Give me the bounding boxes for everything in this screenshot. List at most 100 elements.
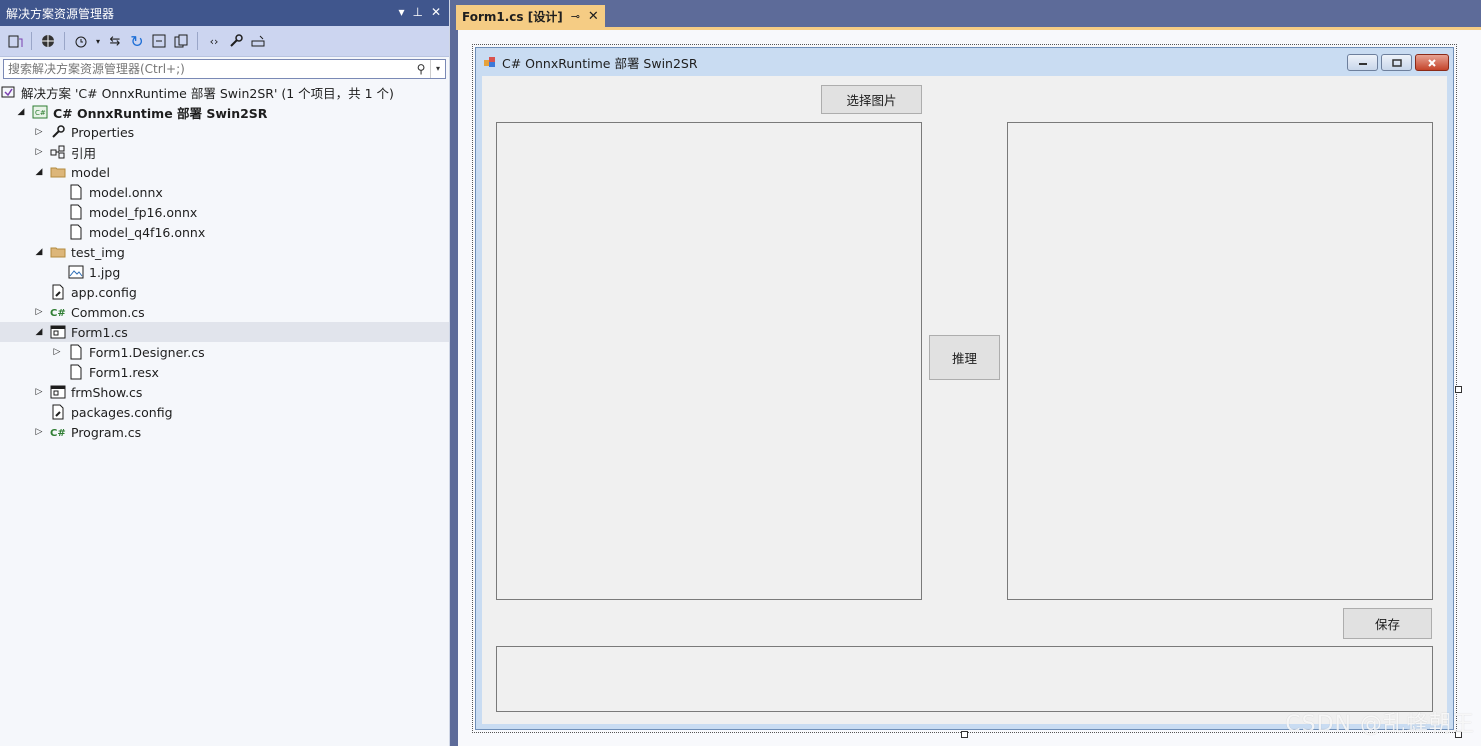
tree-item-label: frmShow.cs <box>71 384 143 400</box>
switch-views-icon[interactable] <box>6 32 24 50</box>
window-position-dropdown-icon[interactable]: ▾ <box>398 5 404 19</box>
file-icon <box>68 224 84 240</box>
minimize-button[interactable] <box>1347 54 1378 71</box>
tree-item[interactable]: model_fp16.onnx <box>0 202 449 222</box>
resize-handle-right[interactable] <box>1455 386 1462 393</box>
chevron-down-icon[interactable]: ▾ <box>94 32 102 50</box>
search-input[interactable] <box>4 61 412 77</box>
expanded-arrow-icon[interactable]: ◢ <box>14 102 28 122</box>
tree-item[interactable]: ▷ Properties <box>0 122 449 142</box>
tree-item-label: test_img <box>71 244 125 260</box>
no-expander <box>50 362 64 382</box>
close-tab-icon[interactable]: ✕ <box>588 9 599 24</box>
tree-item[interactable]: ▷ frmShow.cs <box>0 382 449 402</box>
collapsed-arrow-icon[interactable]: ▷ <box>32 302 46 322</box>
toolbar-separator <box>197 32 198 50</box>
refresh-icon[interactable]: ↻ <box>128 32 146 51</box>
close-window-button[interactable] <box>1415 54 1449 71</box>
pin-tab-icon[interactable]: ⊸ <box>571 10 580 23</box>
sync-arrows-icon[interactable]: ⇆ <box>106 32 124 50</box>
svg-text:C#: C# <box>50 308 66 319</box>
tree-item-label: model_fp16.onnx <box>89 204 198 220</box>
toolbar-separator <box>31 32 32 50</box>
tab-form1-designer[interactable]: Form1.cs [设计] ⊸ ✕ <box>456 5 605 27</box>
tree-item[interactable]: Form1.resx <box>0 362 449 382</box>
no-expander <box>50 182 64 202</box>
form-icon <box>50 324 66 340</box>
expanded-arrow-icon[interactable]: ◢ <box>32 162 46 182</box>
tree-item-label: C# OnnxRuntime 部署 Swin2SR <box>53 105 268 121</box>
tree-item[interactable]: ◢ test_img <box>0 242 449 262</box>
csharp-file-icon: C# <box>50 304 66 320</box>
tree-item[interactable]: packages.config <box>0 402 449 422</box>
expanded-arrow-icon[interactable]: ◢ <box>32 322 46 342</box>
form-title-bar: C# OnnxRuntime 部署 Swin2SR <box>476 48 1453 76</box>
solution-explorer-search-box: ⚲ ▾ <box>3 59 446 79</box>
tree-item-label: model_q4f16.onnx <box>89 224 206 240</box>
properties-wrench-icon[interactable] <box>227 32 245 50</box>
select-image-button[interactable]: 选择图片 <box>821 85 922 114</box>
tree-item[interactable]: ◢ model <box>0 162 449 182</box>
output-textbox[interactable] <box>496 646 1433 712</box>
pin-icon[interactable]: ⊥ <box>412 5 422 19</box>
tree-item[interactable]: model_q4f16.onnx <box>0 222 449 242</box>
tree-item[interactable]: ▷ Form1.Designer.cs <box>0 342 449 362</box>
solution-explorer-title-bar: 解决方案资源管理器 ▾ ⊥ ✕ <box>0 0 449 26</box>
collapsed-arrow-icon[interactable]: ▷ <box>32 422 46 442</box>
search-options-dropdown-icon[interactable]: ▾ <box>430 60 445 78</box>
image-file-icon <box>68 264 84 280</box>
tree-item-label: model <box>71 164 110 180</box>
tree-item[interactable]: model.onnx <box>0 182 449 202</box>
collapsed-arrow-icon[interactable]: ▷ <box>32 122 46 142</box>
solution-explorer-panel: 解决方案资源管理器 ▾ ⊥ ✕ ▾ ⇆ ↻ ‹› 搜索解决方案资源管理器(Ctr… <box>0 0 450 746</box>
document-tab-bar: Form1.cs [设计] ⊸ ✕ <box>456 5 605 27</box>
tree-item[interactable]: 解决方案 'C# OnnxRuntime 部署 Swin2SR' (1 个项目，… <box>0 82 449 102</box>
tree-item-label: Form1.cs <box>71 324 128 340</box>
svg-text:C#: C# <box>35 109 46 117</box>
no-expander <box>50 262 64 282</box>
form-title: C# OnnxRuntime 部署 Swin2SR <box>502 55 698 71</box>
tree-item-label: 解决方案 'C# OnnxRuntime 部署 Swin2SR' (1 个项目，… <box>21 85 394 101</box>
collapse-all-icon[interactable] <box>150 32 168 50</box>
file-icon <box>68 364 84 380</box>
pending-changes-icon[interactable] <box>72 32 90 50</box>
file-icon <box>68 204 84 220</box>
csharp-project-icon: C# <box>32 104 48 120</box>
expanded-arrow-icon[interactable]: ◢ <box>32 242 46 262</box>
globe-icon[interactable] <box>39 32 57 50</box>
tab-label: Form1.cs [设计] <box>462 9 563 24</box>
resize-handle-bottom[interactable] <box>961 731 968 738</box>
search-icon[interactable]: ⚲ <box>412 62 430 76</box>
file-icon <box>68 184 84 200</box>
config-file-icon <box>50 284 66 300</box>
tree-item-label: 引用 <box>71 145 97 161</box>
tree-item[interactable]: ▷ C# Common.cs <box>0 302 449 322</box>
maximize-button[interactable] <box>1381 54 1412 71</box>
tree-item[interactable]: app.config <box>0 282 449 302</box>
tree-item[interactable]: ◢ C# C# OnnxRuntime 部署 Swin2SR <box>0 102 449 122</box>
collapsed-arrow-icon[interactable]: ▷ <box>32 142 46 162</box>
no-expander <box>50 222 64 242</box>
tree-item-label: 1.jpg <box>89 264 121 280</box>
tree-item[interactable]: 1.jpg <box>0 262 449 282</box>
tree-item[interactable]: ▷ C# Program.cs <box>0 422 449 442</box>
view-code-icon[interactable]: ‹› <box>205 32 223 50</box>
form-client-area: 选择图片 推理 保存 <box>482 76 1447 724</box>
close-icon[interactable]: ✕ <box>431 5 441 19</box>
tree-item[interactable]: ▷ 引用 <box>0 142 449 162</box>
save-button[interactable]: 保存 <box>1343 608 1432 639</box>
wrench-icon <box>50 124 66 140</box>
collapsed-arrow-icon[interactable]: ▷ <box>50 342 64 362</box>
tree-item-label: Program.cs <box>71 424 142 440</box>
solution-icon <box>0 84 16 100</box>
toolbar-separator <box>64 32 65 50</box>
tree-item-label: Common.cs <box>71 304 145 320</box>
show-all-files-icon[interactable] <box>172 32 190 50</box>
infer-button[interactable]: 推理 <box>929 335 1000 380</box>
form-window[interactable]: C# OnnxRuntime 部署 Swin2SR 选择图片 推理 保存 <box>475 47 1454 730</box>
collapsed-arrow-icon[interactable]: ▷ <box>32 382 46 402</box>
no-expander <box>32 402 46 422</box>
folder-icon <box>50 164 66 180</box>
tree-item[interactable]: ◢ Form1.cs <box>0 322 449 342</box>
preview-selected-icon[interactable] <box>249 32 267 50</box>
